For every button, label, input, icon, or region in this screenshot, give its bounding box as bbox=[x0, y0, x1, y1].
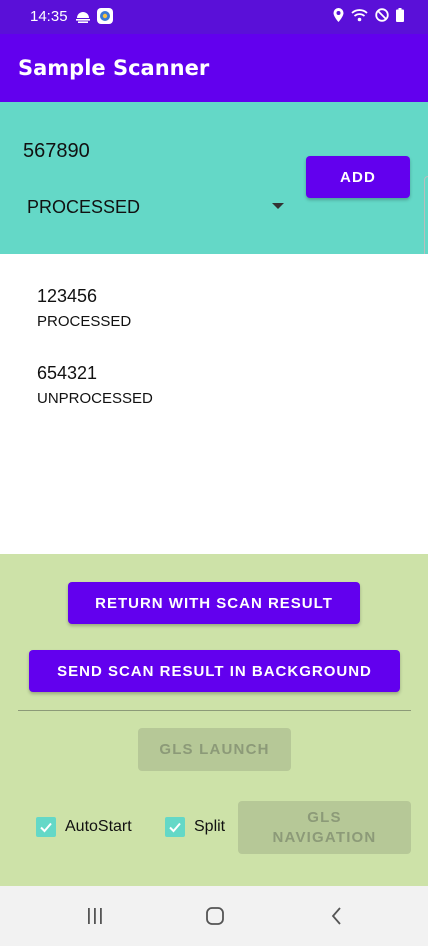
add-button[interactable]: ADD bbox=[306, 156, 410, 198]
list-item[interactable]: 654321 UNPROCESSED bbox=[37, 363, 153, 407]
wifi-icon bbox=[351, 8, 368, 27]
app-bar: Sample Scanner bbox=[0, 34, 428, 102]
autostart-label: AutoStart bbox=[65, 818, 132, 835]
list-item-code: 654321 bbox=[37, 363, 98, 383]
recent-apps-icon[interactable] bbox=[80, 904, 110, 928]
status-dropdown-value: PROCESSED bbox=[27, 197, 141, 217]
input-panel: 567890 PROCESSED ADD bbox=[0, 102, 428, 254]
battery-icon bbox=[396, 8, 404, 27]
status-right-icons bbox=[333, 8, 404, 27]
back-icon[interactable] bbox=[322, 904, 352, 928]
return-with-scan-result-button[interactable]: RETURN WITH SCAN RESULT bbox=[68, 582, 360, 624]
status-time: 14:35 bbox=[30, 8, 68, 25]
divider bbox=[18, 710, 411, 711]
code-value: 567890 bbox=[23, 140, 90, 162]
status-left-icons bbox=[75, 8, 113, 29]
gls-launch-button[interactable]: GLS LAUNCH bbox=[138, 728, 291, 771]
status-bar: 14:35 bbox=[0, 0, 428, 34]
dropdown-arrow-icon bbox=[272, 203, 284, 209]
split-checkbox[interactable]: Split bbox=[165, 817, 225, 837]
autostart-check-icon[interactable] bbox=[36, 817, 56, 837]
list-item-status: PROCESSED bbox=[37, 313, 132, 330]
app-title: Sample Scanner bbox=[18, 56, 210, 80]
list-item-code: 123456 bbox=[37, 286, 98, 306]
status-dropdown[interactable]: PROCESSED bbox=[14, 186, 294, 228]
home-icon[interactable] bbox=[200, 904, 230, 928]
location-icon bbox=[333, 8, 344, 27]
results-list: 123456 PROCESSED 654321 UNPROCESSED bbox=[0, 254, 428, 554]
gls-navigation-button[interactable]: GLS NAVIGATION bbox=[238, 801, 411, 854]
actions-panel: RETURN WITH SCAN RESULT SEND SCAN RESULT… bbox=[0, 554, 428, 886]
split-label: Split bbox=[194, 818, 226, 835]
split-check-icon[interactable] bbox=[165, 817, 185, 837]
nav-bar bbox=[0, 886, 428, 946]
app-notification-icon bbox=[97, 8, 113, 29]
screen: 14:35 Sample Scanner 567890 PROCESSED AD… bbox=[0, 0, 428, 946]
list-item[interactable]: 123456 PROCESSED bbox=[37, 286, 131, 330]
do-not-disturb-icon bbox=[375, 8, 389, 27]
weather-icon bbox=[75, 9, 91, 28]
list-item-status: UNPROCESSED bbox=[37, 390, 153, 407]
send-scan-result-in-background-button[interactable]: SEND SCAN RESULT IN BACKGROUND bbox=[29, 650, 400, 692]
autostart-checkbox[interactable]: AutoStart bbox=[36, 817, 132, 837]
